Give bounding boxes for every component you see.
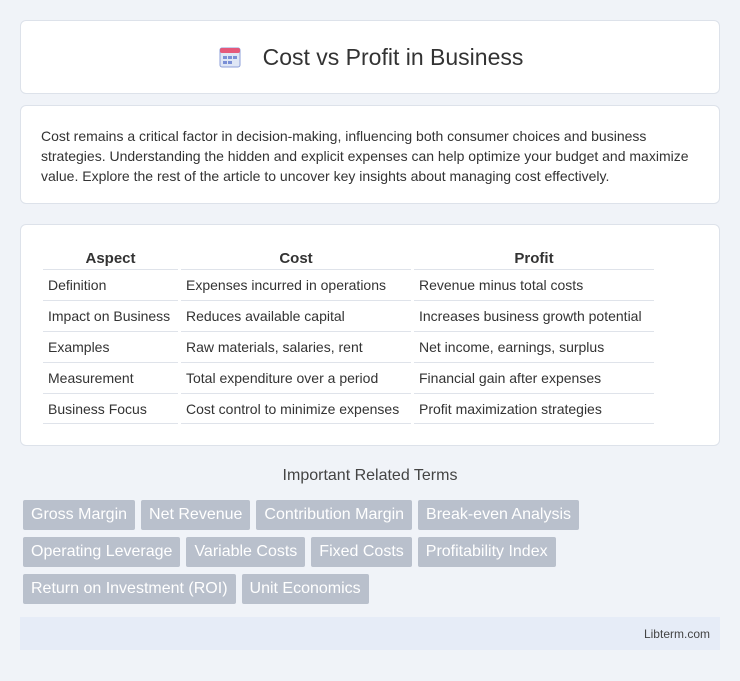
tag-return-on-investment[interactable]: Return on Investment (ROI) [23, 574, 236, 604]
table-row: Definition Expenses incurred in operatio… [43, 269, 654, 300]
intro-card: Cost remains a critical factor in decisi… [20, 105, 720, 204]
table-cell: Revenue minus total costs [414, 269, 654, 300]
table-cell: Impact on Business [43, 300, 178, 331]
header-profit: Profit [514, 249, 554, 267]
intro-text: Cost remains a critical factor in decisi… [41, 128, 689, 184]
table-cell: Measurement [43, 362, 178, 393]
footer: Libterm.com [20, 617, 720, 650]
footer-site-link[interactable]: Libterm.com [644, 627, 710, 641]
table-row: Examples Raw materials, salaries, rent N… [43, 331, 654, 362]
table-cell: Financial gain after expenses [414, 362, 654, 393]
tag-gross-margin[interactable]: Gross Margin [23, 500, 136, 530]
related-terms-list: Gross Margin Net Revenue Contribution Ma… [23, 500, 723, 611]
tag-net-revenue[interactable]: Net Revenue [141, 500, 251, 530]
related-terms-title: Important Related Terms [282, 467, 458, 484]
table-cell: Reduces available capital [181, 300, 411, 331]
table-cell: Net income, earnings, surplus [414, 331, 654, 362]
tag-variable-costs[interactable]: Variable Costs [186, 537, 306, 567]
table-cell: Increases business growth potential [414, 300, 654, 331]
header-aspect: Aspect [85, 249, 136, 267]
tag-unit-economics[interactable]: Unit Economics [241, 574, 369, 604]
table-cell: Expenses incurred in operations [181, 269, 411, 300]
table-cell: Examples [43, 331, 178, 362]
tag-contribution-margin[interactable]: Contribution Margin [256, 500, 413, 530]
table-row: Impact on Business Reduces available cap… [43, 300, 654, 331]
header-card: Cost vs Profit in Business [20, 20, 720, 94]
table-cell: Total expenditure over a period [181, 362, 411, 393]
table-cell: Raw materials, salaries, rent [181, 331, 411, 362]
header-cost: Cost [279, 249, 313, 267]
calendar-icon [217, 44, 243, 70]
table-cell: Definition [43, 269, 178, 300]
comparison-table: Aspect Cost Profit Definition Expenses i… [40, 247, 657, 424]
comparison-table-card: Aspect Cost Profit Definition Expenses i… [20, 224, 720, 446]
table-cell: Business Focus [43, 393, 178, 424]
tag-fixed-costs[interactable]: Fixed Costs [311, 537, 412, 567]
table-row: Business Focus Cost control to minimize … [43, 393, 654, 424]
table-cell: Cost control to minimize expenses [181, 393, 411, 424]
tag-profitability-index[interactable]: Profitability Index [417, 537, 556, 567]
tag-operating-leverage[interactable]: Operating Leverage [23, 537, 181, 567]
tag-break-even-analysis[interactable]: Break-even Analysis [418, 500, 580, 530]
page-title: Cost vs Profit in Business [262, 43, 524, 70]
table-cell: Profit maximization strategies [414, 393, 654, 424]
table-row: Measurement Total expenditure over a per… [43, 362, 654, 393]
